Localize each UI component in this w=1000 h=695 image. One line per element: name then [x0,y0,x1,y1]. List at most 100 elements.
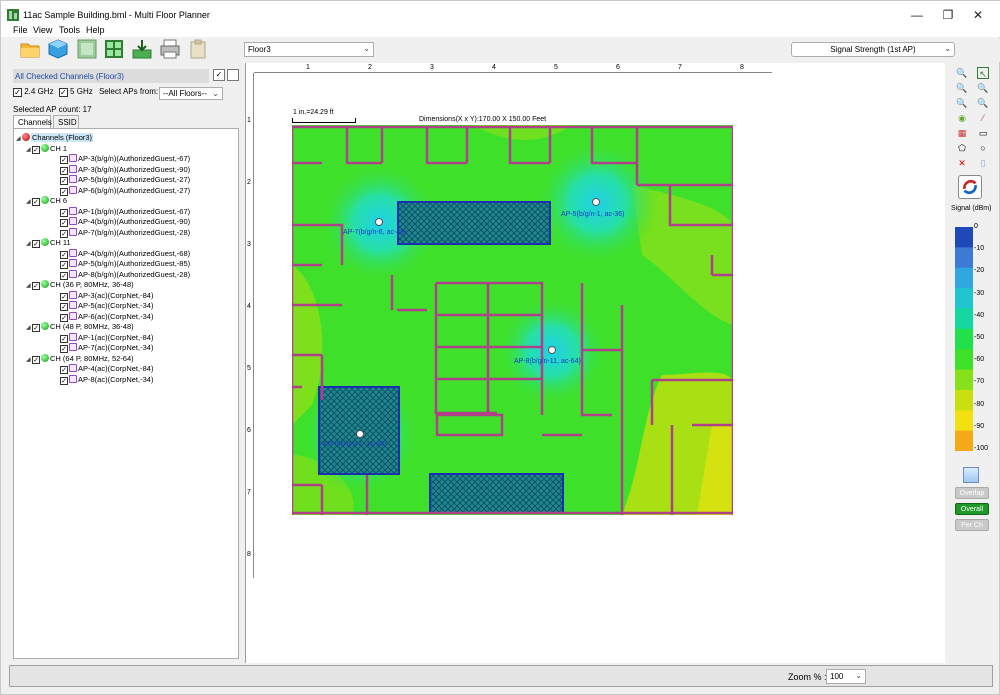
cube-icon[interactable] [47,38,69,60]
ap-marker[interactable] [375,218,383,226]
tree-channel-group[interactable]: ◢ ✓ CH 1 [26,143,67,154]
tree-ap-item[interactable]: ✓ AP-6(b/g/n)(AuthorizedGuest,-27) [60,185,190,196]
per-channel-button[interactable]: Per Ch [955,519,989,531]
ap-label: AP-6(b/g/n-1, ac-36) [323,441,387,448]
line-draw-icon[interactable]: ⁄ [977,112,989,124]
tree-root[interactable]: ◢ Channels (Floor3) [16,133,94,143]
ap-checkbox[interactable]: ✓ [60,156,68,164]
ap-checkbox[interactable]: ✓ [60,303,68,311]
ap-marker[interactable] [592,198,600,206]
minimize-button[interactable]: — [907,7,927,23]
clipboard-icon[interactable] [187,38,209,60]
band-5-checkbox[interactable]: ✓ [58,88,68,97]
ap-checkbox[interactable]: ✓ [60,229,68,238]
channel-checkbox[interactable]: ✓ [32,355,40,364]
ap-checkbox[interactable]: ✓ [60,334,68,343]
circle-icon[interactable]: ○ [977,142,989,154]
ap-checkbox[interactable]: ✓ [60,261,68,269]
ap-checkbox[interactable]: ✓ [60,166,68,175]
maximize-button[interactable]: ❐ [938,7,958,23]
signal-type-select[interactable]: Signal Strength (1st AP) ⌄ [791,42,955,57]
polygon-icon[interactable]: ⬠ [956,142,968,154]
menu-file[interactable]: File [13,25,28,35]
tree-ap-item[interactable]: ✓ AP-5(b/g/n)(AuthorizedGuest,-85) [60,259,190,269]
tree-ap-item[interactable]: ✓ AP-8(ac)(CorpNet,-34) [60,374,153,385]
ap-checkbox[interactable]: ✓ [60,208,68,217]
clear-icon[interactable]: ▯ [977,157,989,169]
coverage-heatmap[interactable] [292,125,733,515]
folder-icon[interactable] [19,38,41,60]
ap-checkbox[interactable]: ✓ [60,177,68,185]
wall-icon[interactable]: ▦ [956,127,968,139]
tree-ap-item[interactable]: ✓ AP-4(b/g/n)(AuthorizedGuest,-68) [60,248,190,259]
tree-ap-item[interactable]: ✓ AP-1(b/g/n)(AuthorizedGuest,-67) [60,206,190,217]
tree-ap-item[interactable]: ✓ AP-5(ac)(CorpNet,-34) [60,301,153,311]
ap-marker[interactable] [548,346,556,354]
signal-refresh-icon[interactable] [958,175,982,199]
menu-view[interactable]: View [33,25,52,35]
menu-tools[interactable]: Tools [59,25,80,35]
uncheck-all-button[interactable] [227,69,239,81]
overlap-button[interactable]: Overlap [955,487,989,499]
tree-ap-item[interactable]: ✓ AP-6(ac)(CorpNet,-34) [60,311,153,322]
ap-checkbox[interactable]: ✓ [60,250,68,259]
zoom-select[interactable]: 100 ⌄ [826,669,866,684]
tree-ap-item[interactable]: ✓ AP-4(b/g/n)(AuthorizedGuest,-90) [60,217,190,227]
close-button[interactable]: ✕ [968,7,988,23]
channel-checkbox[interactable]: ✓ [32,282,40,290]
zoom-out-icon[interactable]: 🔍 [956,97,968,109]
export-icon[interactable] [131,38,153,60]
tree-channel-group[interactable]: ◢ ✓ CH 6 [26,196,67,206]
zoom-area-icon[interactable]: 🔍 [956,82,968,94]
tree-channel-group[interactable]: ◢ ✓ CH (36 P, 80MHz, 36-48) [26,280,134,290]
tree-ap-item[interactable]: ✓ AP-4(ac)(CorpNet,-84) [60,364,153,374]
overall-button[interactable]: Overall [955,503,989,515]
tab-channels[interactable]: Channels [13,115,52,128]
channel-checkbox[interactable]: ✓ [32,324,40,332]
ap-checkbox[interactable]: ✓ [60,313,68,322]
grid-icon[interactable] [103,38,125,60]
tree-ap-item[interactable]: ✓ AP-3(b/g/n)(AuthorizedGuest,-67) [60,154,190,164]
band-24-checkbox[interactable]: ✓ [13,88,22,97]
scroll-up-icon[interactable] [963,467,979,483]
floor-select[interactable]: Floor3 ⌄ [244,42,374,57]
tree-ap-item[interactable]: ✓ AP-3(b/g/n)(AuthorizedGuest,-90) [60,164,190,175]
tree-ap-item[interactable]: ✓ AP-1(ac)(CorpNet,-84) [60,332,153,343]
tree-ap-item[interactable]: ✓ AP-8(b/g/n)(AuthorizedGuest,-28) [60,269,190,280]
tree-channel-group[interactable]: ◢ ✓ CH (64 P, 80MHz, 52-64) [26,353,134,364]
map-icon[interactable] [76,38,98,60]
ap-label: AP-8(b/g/n-11, ac-64) [514,358,581,365]
tree-channel-group[interactable]: ◢ ✓ CH 11 [26,238,71,248]
ap-checkbox[interactable]: ✓ [60,271,68,280]
tab-ssid[interactable]: SSID [53,115,79,128]
ap-label: AP-5(b/g/n-1, ac-36) [561,211,625,218]
ap-marker[interactable] [356,430,364,438]
channel-checkbox[interactable]: ✓ [32,240,40,248]
tree-ap-item[interactable]: ✓ AP-7(ac)(CorpNet,-34) [60,343,153,353]
ap-checkbox[interactable]: ✓ [60,219,68,227]
zoom-fit-icon[interactable]: 🔍 [977,82,989,94]
tree-channel-group[interactable]: ◢ ✓ CH (48 P, 80MHz, 36-48) [26,322,134,332]
rectangle-icon[interactable]: ▭ [977,127,989,139]
channel-checkbox[interactable]: ✓ [32,145,40,154]
delete-icon[interactable]: ✕ [956,157,968,169]
ruler-tick-label: 1 [247,117,251,124]
right-toolbox: 🔍 ↖ 🔍 🔍 🔍 🔍 ◉ ⁄ ▦ ▭ ⬠ ○ ✕ ▯ Signal (dBm)… [947,63,997,663]
channel-checkbox[interactable]: ✓ [32,198,40,206]
ap-place-icon[interactable]: ◉ [956,112,968,124]
ap-checkbox[interactable]: ✓ [60,292,68,301]
ap-checkbox[interactable]: ✓ [60,345,68,353]
zoom-reset-icon[interactable]: 🔍 [977,97,989,109]
ap-checkbox[interactable]: ✓ [60,187,68,196]
floor-filter-select[interactable]: --All Floors-- ⌄ [159,87,223,100]
select-icon[interactable]: ↖ [977,67,989,79]
print-icon[interactable] [159,38,181,60]
ap-checkbox[interactable]: ✓ [60,376,68,385]
tree-ap-item[interactable]: ✓ AP-7(b/g/n)(AuthorizedGuest,-28) [60,227,190,238]
menu-help[interactable]: Help [86,25,105,35]
tree-ap-item[interactable]: ✓ AP-5(b/g/n)(AuthorizedGuest,-27) [60,175,190,185]
zoom-in-icon[interactable]: 🔍 [956,67,968,79]
check-all-button[interactable]: ✓ [213,69,225,81]
ap-checkbox[interactable]: ✓ [60,366,68,374]
tree-ap-item[interactable]: ✓ AP-3(ac)(CorpNet,-84) [60,290,153,301]
